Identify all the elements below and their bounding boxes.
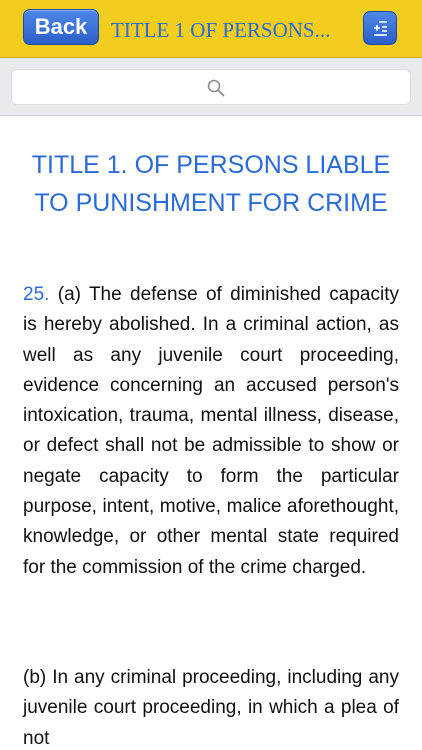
search-bar bbox=[0, 58, 422, 116]
title-heading: TITLE 1. OF PERSONS LIABLE TO PUNISHMENT… bbox=[31, 151, 391, 217]
nav-title: TITLE 1 OF PERSONS... bbox=[111, 18, 331, 42]
paragraph-b: (b) In any criminal proceeding, includin… bbox=[23, 667, 399, 749]
document-content: TITLE 1. OF PERSONS LIABLE TO PUNISHMENT… bbox=[0, 117, 422, 750]
navigation-bar: Back TITLE 1 OF PERSONS... bbox=[0, 0, 422, 58]
back-button[interactable]: Back bbox=[23, 9, 99, 45]
paragraph-a: 25. (a) The defense of diminished capaci… bbox=[23, 280, 399, 583]
search-icon bbox=[207, 79, 225, 97]
section-number-link[interactable]: 25. bbox=[23, 284, 49, 305]
list-toc-icon bbox=[374, 21, 387, 36]
table-of-contents-button[interactable] bbox=[363, 11, 397, 45]
search-input[interactable] bbox=[11, 69, 411, 105]
paragraph-a-text: (a) The defense of diminished capacity i… bbox=[23, 284, 399, 578]
